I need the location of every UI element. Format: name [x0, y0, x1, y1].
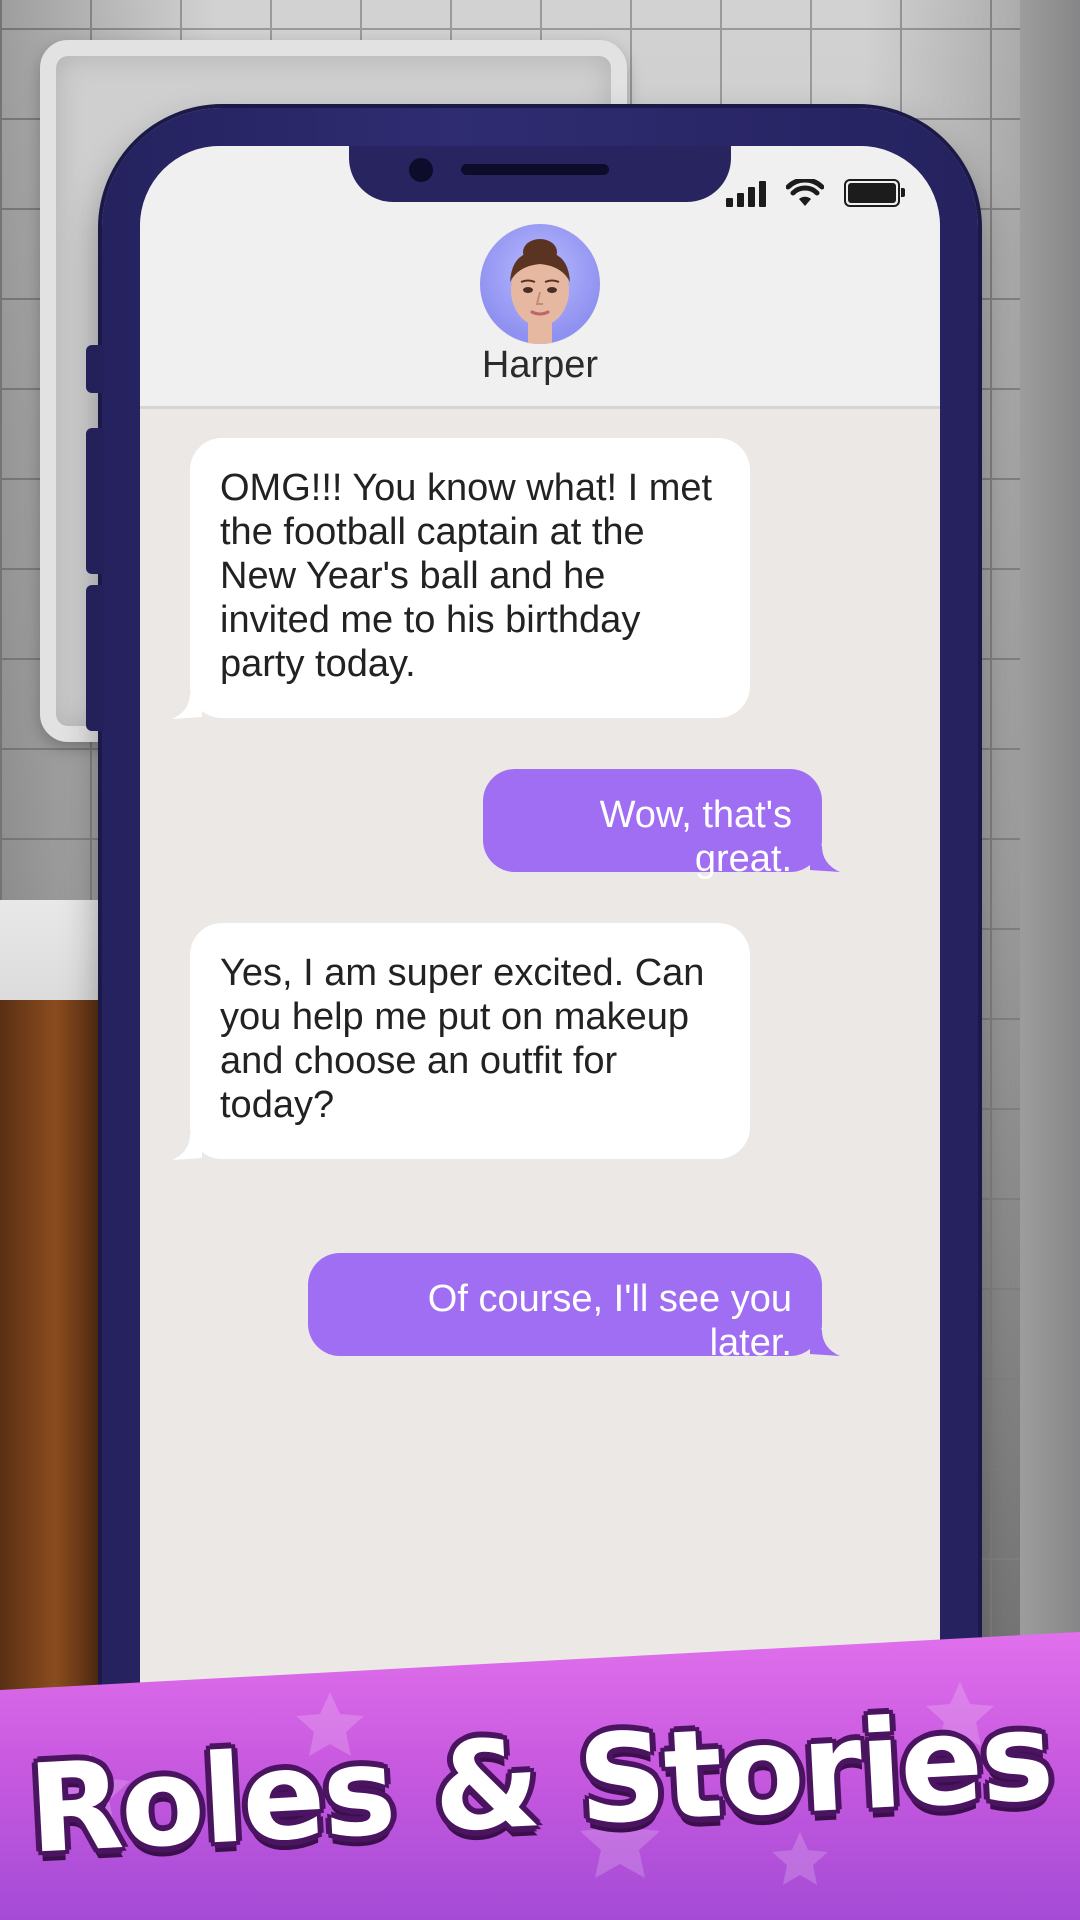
message-text: Yes, I am super excited. Can you help me…	[220, 952, 705, 1126]
message-outgoing: Wow, that's great.	[483, 769, 822, 880]
wall-edge	[1020, 0, 1080, 1700]
message-outgoing: Of course, I'll see you later.	[308, 1253, 822, 1364]
bubble-tail	[172, 1134, 202, 1160]
bubble-tail	[172, 693, 202, 719]
cabinet	[0, 1000, 110, 1760]
bubble-tail	[810, 1330, 840, 1356]
avatar-portrait	[510, 239, 570, 344]
camera-icon	[409, 158, 433, 182]
phone-volume-up	[86, 428, 104, 574]
contact-name: Harper	[481, 344, 599, 386]
message-text: Of course, I'll see you later.	[427, 1278, 792, 1364]
phone-volume-down	[86, 585, 104, 731]
message-incoming: Yes, I am super excited. Can you help me…	[190, 923, 750, 1159]
signal-icon	[726, 179, 766, 207]
phone-side-button	[86, 345, 104, 393]
contact-avatar[interactable]	[480, 224, 600, 344]
battery-icon	[844, 179, 905, 207]
wifi-icon	[786, 179, 824, 206]
battery-level	[848, 183, 896, 203]
speaker-icon	[461, 164, 609, 175]
phone-notch	[349, 146, 731, 202]
bubble-tail	[810, 846, 840, 872]
message-text: OMG!!! You know what! I met the football…	[220, 467, 713, 685]
message-incoming: OMG!!! You know what! I met the football…	[190, 438, 750, 718]
phone-screen: Harper OMG!!! You know what! I met the f…	[140, 146, 940, 1906]
message-text: Wow, that's great.	[599, 794, 792, 880]
chat-header: Harper	[140, 146, 940, 409]
status-bar	[726, 176, 905, 210]
